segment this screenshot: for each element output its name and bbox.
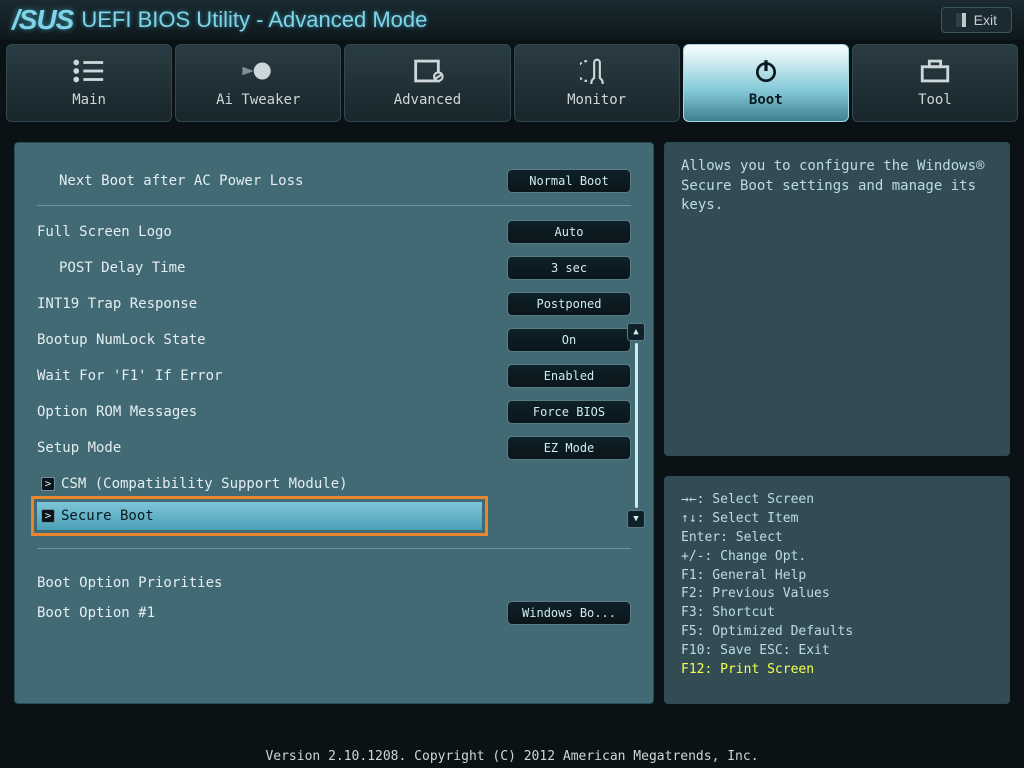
boot-option-1-label: Boot Option #1	[37, 605, 507, 621]
main-area: Next Boot after AC Power Loss Normal Boo…	[0, 122, 1024, 712]
separator	[37, 548, 631, 549]
numlock-label: Bootup NumLock State	[37, 332, 507, 348]
separator	[37, 205, 631, 206]
wait-f1-dropdown[interactable]: Enabled	[507, 364, 631, 388]
next-boot-dropdown[interactable]: Normal Boot	[507, 169, 631, 193]
row-int19[interactable]: INT19 Trap Response Postponed	[37, 286, 631, 322]
row-full-screen-logo[interactable]: Full Screen Logo Auto	[37, 214, 631, 250]
setup-mode-dropdown[interactable]: EZ Mode	[507, 436, 631, 460]
tab-tweaker[interactable]: Ai Tweaker	[175, 44, 341, 122]
speed-icon	[241, 58, 275, 84]
tab-tool[interactable]: Tool	[852, 44, 1018, 122]
row-wait-f1[interactable]: Wait For 'F1' If Error Enabled	[37, 358, 631, 394]
full-screen-logo-dropdown[interactable]: Auto	[507, 220, 631, 244]
next-boot-label: Next Boot after AC Power Loss	[37, 173, 507, 189]
thermometer-icon	[580, 58, 614, 84]
tab-boot[interactable]: Boot	[683, 44, 849, 122]
option-rom-dropdown[interactable]: Force BIOS	[507, 400, 631, 424]
row-option-rom[interactable]: Option ROM Messages Force BIOS	[37, 394, 631, 430]
toolbox-icon	[918, 58, 952, 84]
tab-main[interactable]: Main	[6, 44, 172, 122]
option-rom-label: Option ROM Messages	[37, 404, 507, 420]
tab-tool-label: Tool	[918, 92, 952, 108]
scroll-up-button[interactable]: ▲	[627, 323, 645, 341]
submenu-csm[interactable]: > CSM (Compatibility Support Module)	[37, 470, 631, 498]
key-enter: Enter: Select	[681, 529, 993, 548]
key-select-item: ↑↓: Select Item	[681, 510, 993, 529]
exit-button[interactable]: Exit	[941, 7, 1012, 33]
tab-tweaker-label: Ai Tweaker	[216, 92, 300, 108]
row-setup-mode[interactable]: Setup Mode EZ Mode	[37, 430, 631, 466]
row-next-boot[interactable]: Next Boot after AC Power Loss Normal Boo…	[37, 163, 631, 199]
tab-bar: Main Ai Tweaker Advanced Monitor Boot To…	[0, 40, 1024, 122]
numlock-dropdown[interactable]: On	[507, 328, 631, 352]
row-boot-option-1[interactable]: Boot Option #1 Windows Bo...	[37, 595, 631, 631]
exit-label: Exit	[974, 12, 997, 28]
key-print-screen: F12: Print Screen	[681, 661, 993, 680]
csm-label: CSM (Compatibility Support Module)	[61, 476, 348, 492]
key-shortcut: F3: Shortcut	[681, 604, 993, 623]
int19-dropdown[interactable]: Postponed	[507, 292, 631, 316]
key-general-help: F1: General Help	[681, 567, 993, 586]
chip-icon	[410, 58, 444, 84]
key-legend: →←: Select Screen ↑↓: Select Item Enter:…	[664, 476, 1010, 704]
key-previous-values: F2: Previous Values	[681, 585, 993, 604]
page-title: UEFI BIOS Utility - Advanced Mode	[81, 7, 427, 33]
brand-logo: /SUS	[12, 4, 73, 36]
row-numlock[interactable]: Bootup NumLock State On	[37, 322, 631, 358]
int19-label: INT19 Trap Response	[37, 296, 507, 312]
post-delay-dropdown[interactable]: 3 sec	[507, 256, 631, 280]
right-panel: Allows you to configure the Windows® Sec…	[664, 142, 1010, 704]
help-text: Allows you to configure the Windows® Sec…	[664, 142, 1010, 456]
tab-advanced-label: Advanced	[394, 92, 461, 108]
tab-boot-label: Boot	[749, 92, 783, 108]
secure-boot-label: Secure Boot	[61, 508, 154, 524]
scrollbar[interactable]: ▲ ▼	[627, 323, 645, 528]
row-post-delay[interactable]: POST Delay Time 3 sec	[37, 250, 631, 286]
exit-door-icon	[956, 13, 966, 27]
tab-advanced[interactable]: Advanced	[344, 44, 510, 122]
setup-mode-label: Setup Mode	[37, 440, 507, 456]
submenu-secure-boot[interactable]: > Secure Boot	[37, 502, 482, 530]
scroll-down-button[interactable]: ▼	[627, 510, 645, 528]
boot-priorities-title: Boot Option Priorities	[37, 575, 631, 591]
full-screen-logo-label: Full Screen Logo	[37, 224, 507, 240]
wait-f1-label: Wait For 'F1' If Error	[37, 368, 507, 384]
settings-panel: Next Boot after AC Power Loss Normal Boo…	[14, 142, 654, 704]
footer-copyright: Version 2.10.1208. Copyright (C) 2012 Am…	[0, 749, 1024, 764]
key-save-exit: F10: Save ESC: Exit	[681, 642, 993, 661]
list-icon	[72, 58, 106, 84]
post-delay-label: POST Delay Time	[37, 260, 507, 276]
key-change-opt: +/-: Change Opt.	[681, 548, 993, 567]
tab-monitor[interactable]: Monitor	[514, 44, 680, 122]
scroll-track[interactable]	[635, 343, 638, 508]
header-bar: /SUS UEFI BIOS Utility - Advanced Mode E…	[0, 0, 1024, 40]
key-optimized-defaults: F5: Optimized Defaults	[681, 623, 993, 642]
chevron-right-icon: >	[41, 509, 55, 523]
chevron-right-icon: >	[41, 477, 55, 491]
tab-monitor-label: Monitor	[567, 92, 626, 108]
key-select-screen: →←: Select Screen	[681, 491, 993, 510]
tab-main-label: Main	[72, 92, 106, 108]
power-icon	[749, 58, 783, 84]
boot-option-1-dropdown[interactable]: Windows Bo...	[507, 601, 631, 625]
